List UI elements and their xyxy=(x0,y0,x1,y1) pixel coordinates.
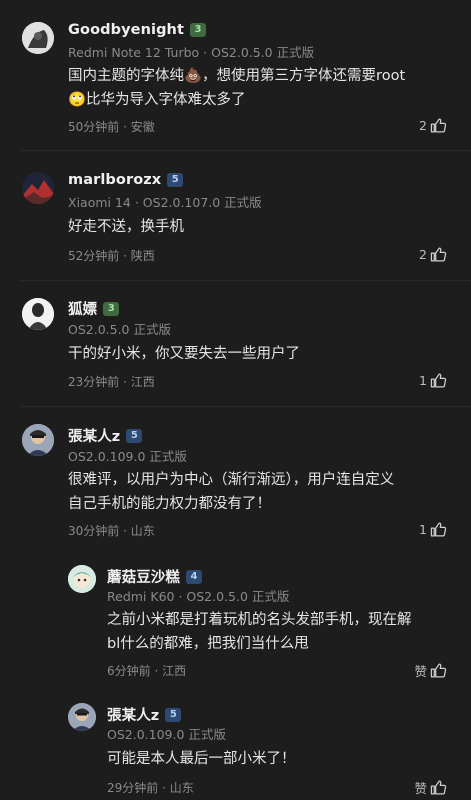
comment-item: marlborozx 5 Xiaomi 14 · OS2.0.107.0 正式版… xyxy=(0,160,471,280)
level-badge: 5 xyxy=(126,428,143,443)
device-info: Xiaomi 14 · OS2.0.107.0 正式版 xyxy=(68,195,262,210)
time-location: 29分钟前 · 山东 xyxy=(107,781,194,795)
level-badge: 4 xyxy=(186,569,202,584)
time-location: 23分钟前 · 江西 xyxy=(68,375,155,389)
comment-text-line: bl什么的都难，把我们当什么甩 xyxy=(107,636,309,652)
username[interactable]: Goodbyenight xyxy=(68,22,184,38)
device-info: Redmi K60 · OS2.0.5.0 正式版 xyxy=(107,589,290,604)
like-count: 2 xyxy=(419,118,427,133)
avatar[interactable] xyxy=(68,565,96,593)
username[interactable]: 張某人z xyxy=(107,704,159,725)
comment-text: 很难评，以用户为中心（渐行渐远），用户连自定义 自己手机的能力权力都没有了！ xyxy=(68,468,458,516)
device-info: OS2.0.5.0 正式版 xyxy=(68,322,171,337)
comment-text: 干的好小米，你又要失去一些用户了 xyxy=(68,346,300,362)
comment-text: 可能是本人最后一部小米了！ xyxy=(107,751,296,767)
comment-text-line: 🙄比华为导入字体难太多了 xyxy=(68,92,246,108)
reply-item: 張某人z 5 OS2.0.109.0 正式版 可能是本人最后一部小米了！ 29分… xyxy=(0,695,471,800)
like-count: 1 xyxy=(419,373,427,388)
like-label: 赞 xyxy=(414,664,427,679)
comment-text-line: 之前小米都是打着玩机的名头发部手机，现在解 xyxy=(107,612,412,628)
username[interactable]: 蘑菇豆沙糕 xyxy=(107,566,180,587)
like-button[interactable]: 1 xyxy=(419,372,447,389)
device-info: OS2.0.109.0 正式版 xyxy=(107,727,226,742)
username[interactable]: 張某人z xyxy=(68,425,120,446)
time-location: 50分钟前 · 安徽 xyxy=(68,120,155,134)
avatar[interactable] xyxy=(22,172,54,204)
comment-item: 張某人z 5 OS2.0.109.0 正式版 很难评，以用户为中心（渐行渐远），… xyxy=(0,410,471,550)
like-button[interactable]: 赞 xyxy=(414,661,447,680)
divider xyxy=(20,150,471,151)
avatar[interactable] xyxy=(22,424,54,456)
device-info: OS2.0.109.0 正式版 xyxy=(68,449,187,464)
reply-item: 蘑菇豆沙糕 4 Redmi K60 · OS2.0.5.0 正式版 之前小米都是… xyxy=(0,555,471,685)
thumbs-up-icon xyxy=(430,663,447,678)
time-location: 52分钟前 · 陕西 xyxy=(68,249,155,263)
level-badge: 3 xyxy=(103,301,120,316)
like-count: 1 xyxy=(419,522,427,537)
thumbs-up-icon xyxy=(430,522,447,537)
level-badge: 5 xyxy=(165,707,182,722)
username[interactable]: 狐嫖 xyxy=(68,298,97,319)
thumbs-up-icon xyxy=(430,118,447,133)
like-button[interactable]: 赞 xyxy=(414,778,447,797)
avatar[interactable] xyxy=(22,22,54,54)
username[interactable]: marlborozx xyxy=(68,172,161,188)
comment-item: Goodbyenight 3 Redmi Note 12 Turbo · OS2… xyxy=(0,0,471,160)
like-button[interactable]: 1 xyxy=(419,521,447,538)
comment-text-line: 很难评，以用户为中心（渐行渐远），用户连自定义 xyxy=(68,472,395,488)
like-button[interactable]: 2 xyxy=(419,117,447,134)
comment-text: 好走不送，换手机 xyxy=(68,219,184,235)
thumbs-up-icon xyxy=(430,373,447,388)
divider xyxy=(20,406,471,407)
comment-text-line: 国内主题的字体纯💩，想使用第三方字体还需要root xyxy=(68,68,406,84)
like-count: 2 xyxy=(419,247,427,262)
like-button[interactable]: 2 xyxy=(419,246,447,263)
divider xyxy=(20,280,471,281)
avatar[interactable] xyxy=(22,298,54,330)
thumbs-up-icon xyxy=(430,780,447,795)
device-info: Redmi Note 12 Turbo · OS2.0.5.0 正式版 xyxy=(68,45,315,60)
avatar[interactable] xyxy=(68,703,96,731)
comment-text: 国内主题的字体纯💩，想使用第三方字体还需要root 🙄比华为导入字体难太多了 xyxy=(68,64,458,112)
level-badge: 5 xyxy=(167,173,184,187)
time-location: 6分钟前 · 江西 xyxy=(107,664,187,678)
time-location: 30分钟前 · 山东 xyxy=(68,524,155,538)
like-label: 赞 xyxy=(414,781,427,796)
comment-text: 之前小米都是打着玩机的名头发部手机，现在解 bl什么的都难，把我们当什么甩 xyxy=(107,608,457,656)
level-badge: 3 xyxy=(190,23,206,37)
thumbs-up-icon xyxy=(430,247,447,262)
comment-text-line: 自己手机的能力权力都没有了！ xyxy=(68,496,271,512)
comment-item: 狐嫖 3 OS2.0.5.0 正式版 干的好小米，你又要失去一些用户了 23分钟… xyxy=(0,285,471,405)
